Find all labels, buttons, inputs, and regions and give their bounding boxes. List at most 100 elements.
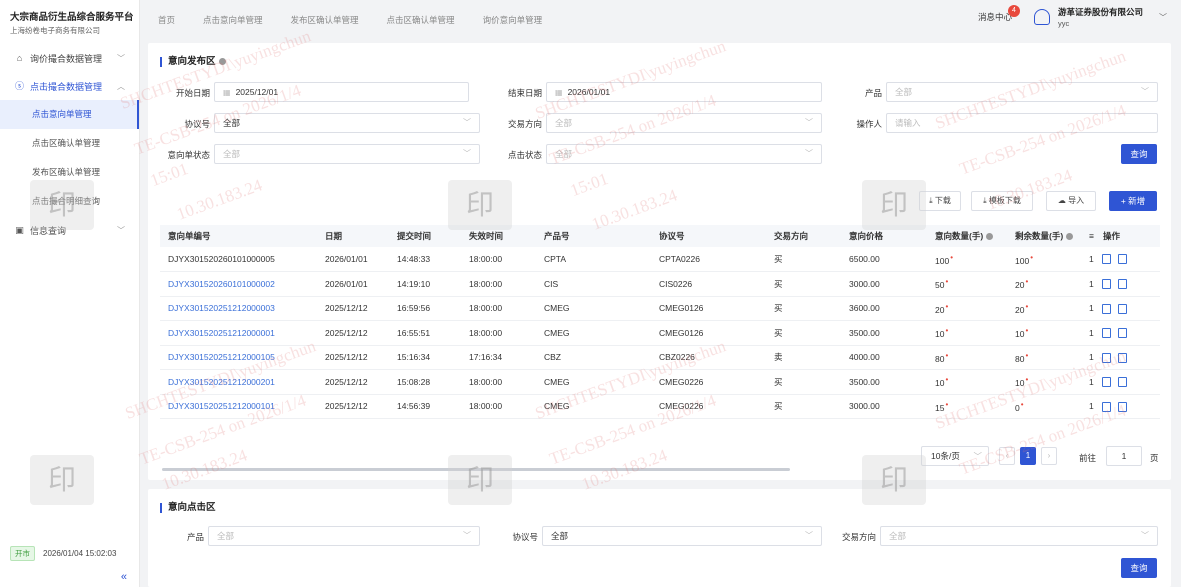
- click-agreement-select[interactable]: 全部 ﹀: [542, 526, 822, 546]
- tab-click-confirm[interactable]: 点击区确认单管理: [387, 14, 455, 26]
- menu-click-data[interactable]: ⓢ 点击撮合数据管理 ︿: [0, 72, 139, 100]
- page-jump-input[interactable]: 1: [1106, 446, 1142, 466]
- download-button[interactable]: ⤓ 下载: [919, 191, 961, 211]
- col-product[interactable]: 产品号: [536, 225, 651, 247]
- copy-icon[interactable]: [1118, 328, 1127, 339]
- table-row[interactable]: DJYX301520251212000201 2025/12/12 15:08:28…: [160, 369, 1160, 395]
- price-value: 3600.00: [849, 303, 880, 314]
- menu-inquiry-label: 询价撮合数据管理: [30, 53, 103, 64]
- col-expire-time[interactable]: 失效时间: [461, 225, 536, 247]
- cell-intent-id[interactable]: DJYX301520260101000002: [160, 271, 317, 297]
- brand-title: 大宗商品衍生品综合服务平台: [10, 12, 134, 23]
- info-icon: [1066, 233, 1074, 241]
- user-info[interactable]: 游革证券股份有限公司 yyc: [1058, 6, 1143, 28]
- table-row[interactable]: DJYX301520251212000001 2025/12/12 16:55:51…: [160, 320, 1160, 346]
- direction-select[interactable]: 全部 ﹀: [546, 113, 822, 133]
- copy-icon[interactable]: [1118, 401, 1127, 412]
- col-date[interactable]: 日期: [317, 225, 389, 247]
- next-page-button[interactable]: ›: [1041, 447, 1057, 465]
- message-center[interactable]: 消息中心 4: [978, 5, 1020, 23]
- col-remaining[interactable]: 剩余数量(手): [1007, 225, 1087, 247]
- chevron-down-icon[interactable]: ﹀: [1159, 12, 1167, 23]
- click-product-value: 全部: [217, 531, 235, 541]
- publish-title: 意向发布区: [168, 56, 216, 67]
- cell-submit-time: 15:08:28: [389, 369, 461, 395]
- edit-icon[interactable]: [1102, 328, 1111, 339]
- cell-expire-time: 18:00:00: [461, 369, 536, 395]
- copy-icon[interactable]: [1118, 377, 1127, 388]
- copy-icon[interactable]: [1118, 303, 1127, 314]
- menu-info-query[interactable]: ▣ 信息查询 ﹀: [0, 216, 139, 244]
- col-price[interactable]: 意向价格: [841, 225, 927, 247]
- cell-direction: 买: [766, 369, 841, 395]
- cell-intent-id[interactable]: DJYX301520251212000001: [160, 320, 317, 346]
- table-row[interactable]: DJYX301520260101000002 2026/01/01 14:19:10…: [160, 271, 1160, 297]
- click-status-select[interactable]: 全部 ﹀: [546, 144, 822, 164]
- edit-icon[interactable]: [1102, 254, 1111, 265]
- tab-inquiry-intent[interactable]: 询价意向单管理: [483, 14, 543, 26]
- status-select[interactable]: 全部 ﹀: [214, 144, 480, 164]
- col-seq[interactable]: ≡: [1087, 225, 1095, 247]
- copy-icon[interactable]: [1118, 254, 1127, 265]
- copy-icon[interactable]: [1118, 279, 1127, 290]
- cell-submit-time: 16:55:51: [389, 320, 461, 346]
- click-query-button[interactable]: 查询: [1121, 558, 1157, 578]
- edit-icon[interactable]: [1102, 352, 1111, 363]
- required-dot-icon: •: [945, 375, 949, 385]
- click-product-select[interactable]: 全部 ﹀: [208, 526, 480, 546]
- product-select[interactable]: 全部 ﹀: [886, 82, 1158, 102]
- copy-icon[interactable]: [1118, 352, 1127, 363]
- required-dot-icon: •: [945, 301, 949, 311]
- menu-inquiry-data[interactable]: ⌂ 询价撮合数据管理 ﹀: [0, 44, 139, 72]
- edit-icon[interactable]: [1102, 377, 1111, 388]
- user-icon[interactable]: [1033, 9, 1050, 25]
- col-direction[interactable]: 交易方向: [766, 225, 841, 247]
- click-direction-select[interactable]: 全部 ﹀: [880, 526, 1158, 546]
- table-row[interactable]: DJYX301520260101000005 2026/01/01 14:48:33…: [160, 247, 1160, 272]
- col-intent-id[interactable]: 意向单编号: [160, 225, 317, 247]
- expire-time-value: 18:00:00: [469, 327, 503, 338]
- operator-input[interactable]: 请输入: [886, 113, 1158, 133]
- sidebar-item-click-intent[interactable]: 点击意向单管理: [0, 100, 139, 129]
- quantity-value: 15: [935, 402, 945, 413]
- cell-intent-id[interactable]: DJYX301520260101000005: [160, 247, 317, 272]
- cell-intent-id[interactable]: DJYX301520251212000201: [160, 369, 317, 395]
- sidebar-item-click-detail[interactable]: 点击撮合明细查询: [0, 187, 139, 216]
- cell-submit-time: 14:19:10: [389, 271, 461, 297]
- table-row[interactable]: DJYX301520251212000105 2025/12/12 15:16:34…: [160, 345, 1160, 370]
- table-row[interactable]: DJYX301520251212000003 2025/12/12 16:59:56…: [160, 296, 1160, 321]
- tab-click-intent[interactable]: 点击意向单管理: [203, 14, 263, 26]
- end-date-input[interactable]: ▦ 2026/01/01: [546, 82, 822, 102]
- col-submit-time[interactable]: 提交时间: [389, 225, 461, 247]
- col-agreement[interactable]: 协议号: [651, 225, 766, 247]
- page-size-select[interactable]: 10条/页 ﹀: [921, 446, 989, 466]
- tab-publish-confirm[interactable]: 发布区确认单管理: [291, 14, 359, 26]
- col-quantity[interactable]: 意向数量(手): [927, 225, 1007, 247]
- remaining-value: 100: [1015, 255, 1030, 266]
- agreement-value: CPTA0226: [659, 254, 700, 264]
- product-value: CMEG: [544, 376, 570, 387]
- remaining-value: 20: [1015, 304, 1025, 315]
- edit-icon[interactable]: [1102, 401, 1111, 412]
- cell-intent-id[interactable]: DJYX301520251212000003: [160, 296, 317, 321]
- cell-intent-id[interactable]: DJYX301520251212000101: [160, 394, 317, 419]
- cell-intent-id[interactable]: DJYX301520251212000105: [160, 345, 317, 370]
- agreement-select[interactable]: 全部 ﹀: [214, 113, 480, 133]
- status-label: 意向单状态: [167, 150, 210, 160]
- query-button[interactable]: 查询: [1121, 144, 1157, 164]
- table-row[interactable]: DJYX301520251212000101 2025/12/12 14:56:39…: [160, 394, 1160, 419]
- start-date-input[interactable]: ▦ 2025/12/01: [214, 82, 469, 102]
- sidebar-item-publish-confirm[interactable]: 发布区确认单管理: [0, 158, 139, 187]
- add-button[interactable]: + 新增: [1109, 191, 1157, 211]
- table-scrollbar[interactable]: [162, 468, 790, 471]
- import-button[interactable]: ☁ 导入: [1046, 191, 1096, 211]
- collapse-icon[interactable]: «: [121, 571, 127, 583]
- quantity-value: 50: [935, 280, 945, 291]
- sidebar-item-click-confirm[interactable]: 点击区确认单管理: [0, 129, 139, 158]
- edit-icon[interactable]: [1102, 303, 1111, 314]
- template-download-button[interactable]: ⤓ 模板下载: [971, 191, 1033, 211]
- prev-page-button[interactable]: ‹: [999, 447, 1015, 465]
- current-page[interactable]: 1: [1020, 447, 1036, 465]
- tab-home[interactable]: 首页: [158, 14, 175, 26]
- edit-icon[interactable]: [1102, 279, 1111, 290]
